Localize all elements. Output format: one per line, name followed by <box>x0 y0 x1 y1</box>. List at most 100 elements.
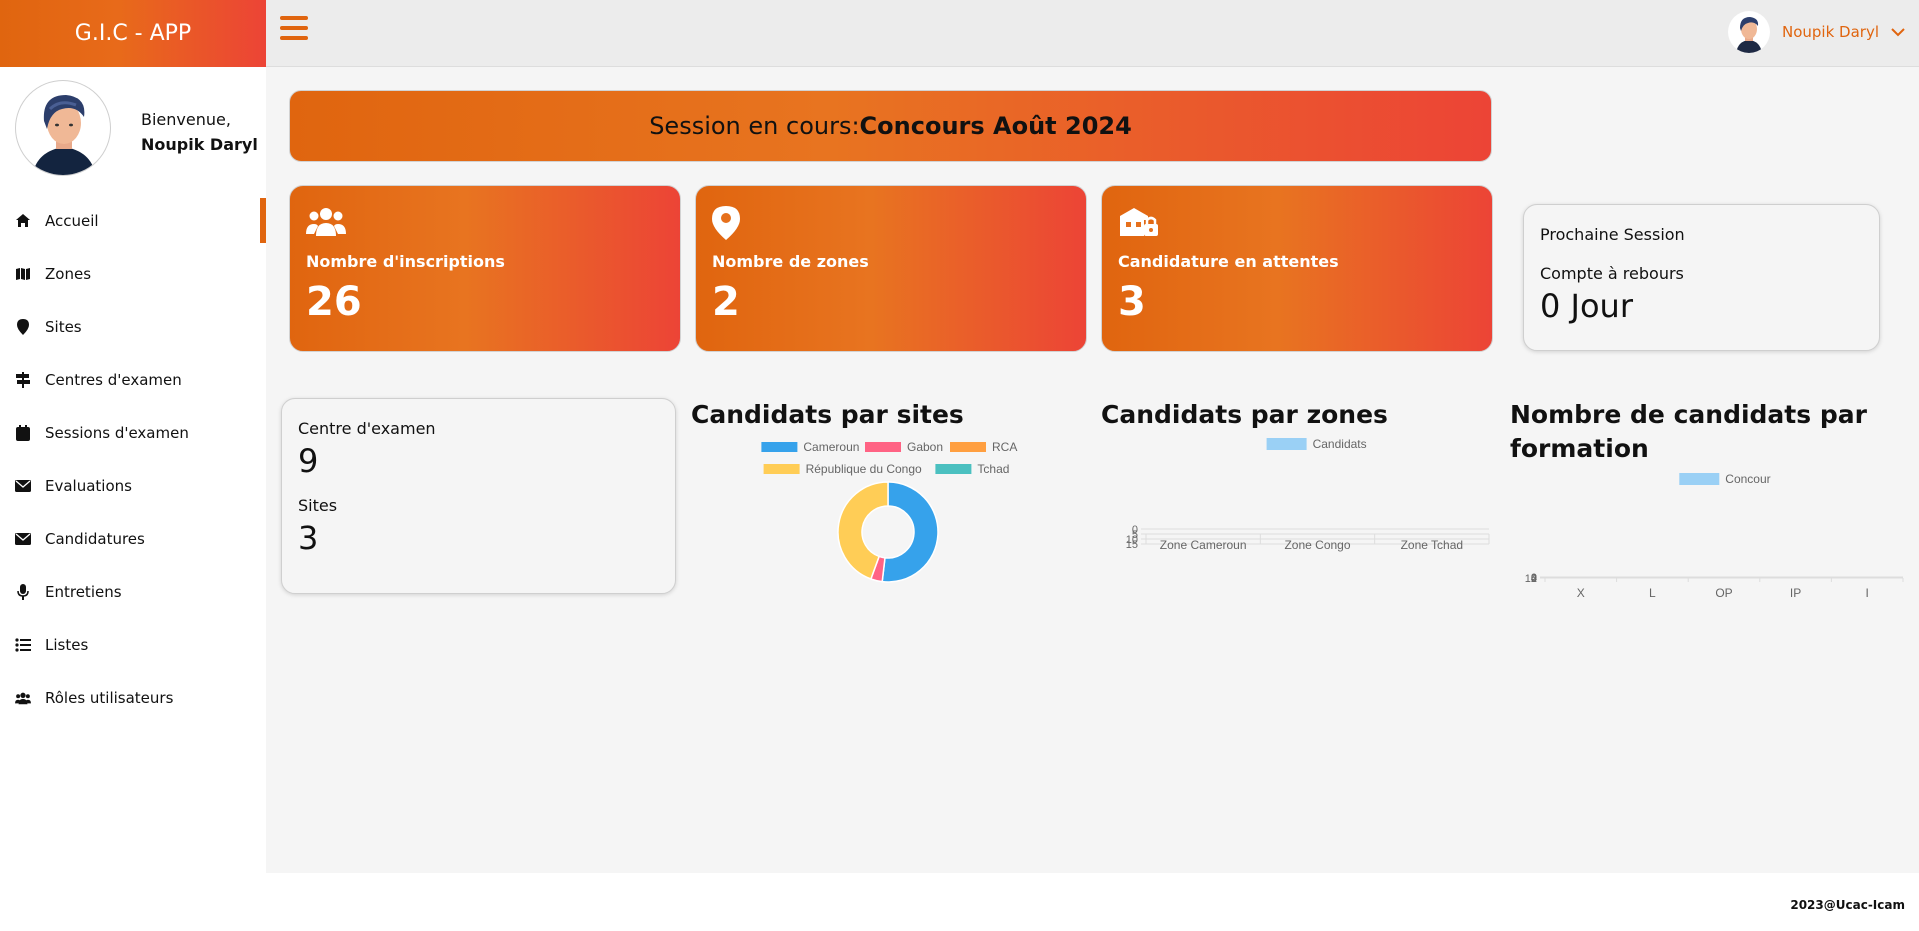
app-brand[interactable]: G.I.C - APP <box>0 0 266 67</box>
sidebar-item-candidatures[interactable]: Candidatures <box>0 512 266 565</box>
location-pin-icon <box>712 206 752 242</box>
x-tick-label: OP <box>1715 586 1732 600</box>
sidebar: Bienvenue, Noupik Daryl Accueil Zones Si… <box>0 67 266 873</box>
envelope-icon <box>15 531 31 547</box>
stat-card-zones: Nombre de zones 2 <box>695 185 1087 352</box>
welcome-message: Bienvenue, Noupik Daryl <box>141 107 258 157</box>
legend-label: Gabon <box>907 440 943 454</box>
menu-toggle-icon[interactable] <box>280 16 310 46</box>
legend-label: Tchad <box>977 462 1009 476</box>
centres-value: 9 <box>298 442 319 480</box>
countdown-label: Compte à rebours <box>1540 264 1684 283</box>
sidebar-item-listes[interactable]: Listes <box>0 618 266 671</box>
chevron-down-icon[interactable] <box>1891 27 1905 37</box>
legend-swatch <box>1266 438 1307 450</box>
building-lock-icon <box>1118 206 1158 242</box>
summary-card: Centre d'examen 9 Sites 3 <box>281 398 676 594</box>
app-title: G.I.C - APP <box>74 21 192 46</box>
sites-value: 3 <box>298 519 319 557</box>
sidebar-item-label: Candidatures <box>45 529 145 548</box>
sites-label: Sites <box>298 496 338 515</box>
user-name: Noupik Daryl <box>1781 23 1879 41</box>
legend-label: Candidats <box>1313 438 1367 451</box>
legend-swatch <box>865 442 901 452</box>
x-tick-label: I <box>1866 586 1869 600</box>
stat-card-candidatures: Candidature en attentes 3 <box>1101 185 1493 352</box>
sidebar-item-label: Rôles utilisateurs <box>45 688 174 707</box>
sidebar-item-label: Sites <box>45 317 82 336</box>
stat-label: Nombre de zones <box>712 252 869 271</box>
session-prefix: Session en cours: <box>649 112 860 140</box>
sidebar-item-label: Centres d'examen <box>45 370 182 389</box>
sidebar-item-label: Listes <box>45 635 89 654</box>
signpost-icon <box>15 371 31 388</box>
chart-title-sites: Candidats par sites <box>691 400 964 429</box>
sidebar-item-evaluations[interactable]: Evaluations <box>0 459 266 512</box>
list-icon <box>15 637 31 653</box>
sidebar-item-label: Entretiens <box>45 582 122 601</box>
microphone-icon <box>15 583 31 600</box>
footer-copyright: 2023@Ucac-Icam <box>1790 898 1905 912</box>
x-tick-label: Zone Congo <box>1284 538 1350 552</box>
legend-swatch <box>761 442 798 452</box>
x-tick-label: L <box>1649 586 1656 600</box>
sidebar-item-accueil[interactable]: Accueil <box>0 194 266 247</box>
legend-label: RCA <box>992 440 1017 454</box>
centres-label: Centre d'examen <box>298 419 436 438</box>
current-session-banner: Session en cours: Concours Août 2024 <box>289 90 1492 162</box>
stat-value: 3 <box>1118 279 1146 325</box>
chart-title-formation: Nombre de candidats par formation <box>1510 400 1867 463</box>
sidebar-item-zones[interactable]: Zones <box>0 247 266 300</box>
legend-swatch <box>950 442 986 452</box>
chart-title-zones: Candidats par zones <box>1101 400 1388 429</box>
stat-value: 2 <box>712 279 740 325</box>
map-icon <box>15 266 31 282</box>
sidebar-nav: Accueil Zones Sites Centres d'examen Ses… <box>0 194 266 724</box>
x-tick-label: Zone Cameroun <box>1160 538 1247 552</box>
next-session-title: Prochaine Session <box>1540 225 1685 244</box>
stat-value: 26 <box>306 279 362 325</box>
sidebar-item-sites[interactable]: Sites <box>0 300 266 353</box>
user-menu[interactable]: Noupik Daryl <box>1727 10 1905 54</box>
y-tick-label: 12 <box>1525 573 1537 585</box>
y-tick-label: 15 <box>1126 539 1138 551</box>
next-session-card: Prochaine Session Compte à rebours 0 Jou… <box>1523 204 1880 351</box>
welcome-label: Bienvenue, <box>141 110 231 129</box>
sidebar-item-label: Evaluations <box>45 476 132 495</box>
stat-label: Nombre d'inscriptions <box>306 252 505 271</box>
sidebar-item-label: Zones <box>45 264 92 283</box>
envelope-icon <box>15 478 31 494</box>
calendar-icon <box>15 424 31 441</box>
legend-swatch <box>763 464 800 474</box>
stat-label: Candidature en attentes <box>1118 252 1339 271</box>
sidebar-item-roles-utilisateurs[interactable]: Rôles utilisateurs <box>0 671 266 724</box>
main-content: Session en cours: Concours Août 2024 Nomb… <box>266 67 1919 873</box>
users-icon <box>306 206 346 242</box>
session-name: Concours Août 2024 <box>859 112 1132 140</box>
sidebar-item-entretiens[interactable]: Entretiens <box>0 565 266 618</box>
sidebar-item-sessions-examen[interactable]: Sessions d'examen <box>0 406 266 459</box>
map-pin-icon <box>15 318 31 335</box>
user-avatar <box>1727 11 1770 53</box>
legend-label: Concour <box>1725 473 1770 486</box>
users-icon <box>15 690 31 706</box>
pie-slice <box>881 481 939 583</box>
legend-swatch <box>935 464 972 474</box>
profile-avatar <box>15 80 111 176</box>
legend-label: République du Congo <box>806 462 922 476</box>
countdown-value: 0 Jour <box>1540 287 1633 325</box>
x-tick-label: X <box>1577 586 1585 600</box>
home-icon <box>15 213 31 229</box>
stat-card-inscriptions: Nombre d'inscriptions 26 <box>289 185 681 352</box>
sidebar-item-label: Sessions d'examen <box>45 423 189 442</box>
x-tick-label: Zone Tchad <box>1401 538 1464 552</box>
chart-candidats-par-zones: Candidats051015 Zone Cameroun Zone Congo Zo… <box>1126 438 1490 552</box>
sidebar-item-label: Accueil <box>45 211 99 230</box>
welcome-user-name: Noupik Daryl <box>141 135 258 154</box>
chart-candidats-par-formation: Concour04812X L OP IP I <box>1525 473 1904 600</box>
top-bar: Noupik Daryl <box>266 0 1919 67</box>
x-tick-label: IP <box>1790 586 1801 600</box>
legend-label: Cameroun <box>803 440 859 454</box>
sidebar-item-centres-examen[interactable]: Centres d'examen <box>0 353 266 406</box>
legend-swatch <box>1679 473 1720 485</box>
